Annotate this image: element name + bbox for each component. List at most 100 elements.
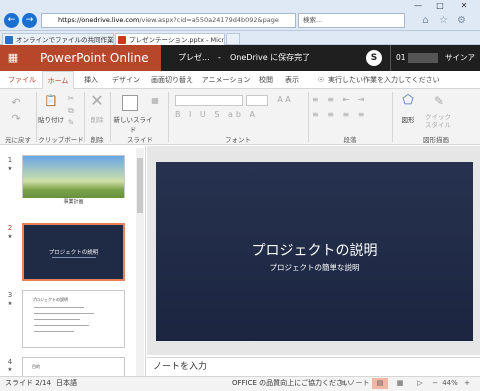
user-name[interactable]: 01 — [396, 45, 406, 71]
new-slide-button[interactable]: 新しいスライド — [112, 114, 154, 134]
thumbnail-title: プロジェクトの説明 — [32, 297, 68, 302]
cut-icon[interactable]: ✂ — [66, 94, 76, 103]
slideshow-icon[interactable]: ▷ — [412, 378, 428, 389]
user-name-redacted — [408, 53, 438, 63]
slide-subtitle[interactable]: プロジェクトの簡単な説明 — [156, 262, 473, 273]
new-slide-icon[interactable] — [122, 95, 138, 111]
shapes-icon[interactable]: ⬠ — [398, 94, 418, 108]
thumbnail-text-line — [34, 319, 80, 320]
settings-gear-icon[interactable]: ⚙ — [454, 13, 469, 28]
group-divider — [110, 92, 111, 142]
thumbnail-number: 2 — [7, 224, 13, 232]
tab-review[interactable]: 校閲 — [254, 71, 278, 89]
zoom-out-icon[interactable]: − — [430, 378, 440, 389]
thumbnail-text-line — [34, 313, 94, 314]
slide-sorter-icon[interactable]: ▦ — [392, 378, 408, 389]
close-window-button[interactable]: ✕ — [454, 0, 474, 11]
paste-button[interactable]: 貼り付け — [36, 114, 66, 124]
notes-toggle[interactable]: ノート — [348, 378, 370, 389]
tab-insert[interactable]: 挿入 — [76, 71, 106, 89]
tell-me-input[interactable]: 実行したい作業を入力してください — [328, 71, 468, 89]
powerpoint-tab-icon — [118, 36, 126, 44]
home-icon[interactable]: ⌂ — [418, 13, 433, 28]
group-label-slides: スライド — [127, 136, 153, 144]
slide-title[interactable]: プロジェクトの説明 — [156, 240, 473, 260]
alignment-icons[interactable]: ≡ ≡ ≡ ≡ — [312, 110, 392, 119]
font-size-adjust-icons[interactable]: A A — [272, 95, 296, 104]
maximize-button[interactable]: □ — [430, 0, 450, 11]
address-bar[interactable]: https://onedrive.live.com/view.aspx?cid=… — [41, 13, 296, 28]
browser-search-input[interactable]: 検索... — [298, 13, 405, 28]
forward-button[interactable]: → — [22, 13, 37, 28]
thumbnail-text-line — [34, 325, 89, 326]
normal-view-icon[interactable]: ▤ — [372, 378, 388, 389]
undo-icon[interactable]: ↶ — [8, 96, 24, 110]
language-indicator[interactable]: 日本語 — [56, 376, 77, 391]
browser-tab-onedrive[interactable]: オンラインでファイルの共同作業 - O... — [2, 33, 114, 45]
tab-home[interactable]: ホーム — [42, 71, 74, 89]
onedrive-tab-icon — [5, 36, 13, 44]
file-name[interactable]: プレゼ... — [178, 45, 210, 71]
browser-tab-powerpoint[interactable]: プレゼンテーション.pptx - Micro... — [115, 33, 225, 45]
list-indent-icons[interactable]: ≡ ≡ ⇤ ⇥ — [312, 95, 392, 104]
tab-label: プレゼンテーション.pptx - Micro... — [129, 36, 225, 44]
zoom-in-icon[interactable]: + — [462, 378, 472, 389]
url-path: /view.aspx?cid=a550a24179d4b092&page — [139, 16, 279, 24]
font-size-dropdown[interactable] — [246, 95, 268, 106]
thumbnail-title: プロジェクトの説明 — [48, 250, 99, 256]
url-domain: https://onedrive.live.com — [58, 16, 140, 24]
back-button[interactable]: ← — [4, 13, 19, 28]
notes-input[interactable]: ノートを入力 — [147, 357, 480, 376]
tab-design[interactable]: デザイン — [108, 71, 144, 89]
favorites-icon[interactable]: ☆ — [436, 13, 451, 28]
title-separator: - — [218, 53, 221, 62]
group-label-undo: 元に戻す — [5, 136, 31, 144]
thumbnail-number: 3 — [7, 291, 13, 299]
paste-icon[interactable]: 📋 — [42, 94, 60, 114]
transition-icon: ★ — [7, 367, 13, 373]
quick-styles-icon[interactable]: ✎ — [428, 94, 450, 108]
transition-icon: ★ — [7, 166, 13, 172]
format-painter-icon[interactable]: ✎ — [66, 118, 76, 127]
redo-icon[interactable]: ↷ — [8, 112, 24, 126]
tab-transitions[interactable]: 画面切り替え — [146, 71, 198, 89]
copy-icon[interactable]: ⧉ — [66, 106, 76, 116]
group-label-paragraph: 段落 — [343, 136, 357, 144]
layout-icon[interactable]: ▦ — [150, 96, 160, 105]
tab-file[interactable]: ファイル — [4, 71, 40, 89]
zoom-level[interactable]: 44% — [440, 378, 460, 389]
header-divider — [390, 45, 391, 71]
quick-styles-button[interactable]: クイック スタイル — [420, 113, 456, 129]
save-status: OneDrive に保存完了 — [230, 53, 311, 62]
thumbnail-text-line — [34, 307, 84, 308]
shapes-button[interactable]: 図形 — [396, 114, 420, 124]
delete-slide-button[interactable]: 削除 — [86, 114, 108, 124]
thumbnail-subtitle-line — [52, 257, 96, 258]
thumbnail-scrollbar-thumb[interactable] — [137, 158, 143, 213]
font-name-dropdown[interactable] — [175, 95, 243, 106]
group-label-font: フォント — [225, 136, 251, 144]
minimize-button[interactable]: — — [408, 0, 428, 11]
app-launcher-icon[interactable]: ▦ — [0, 45, 26, 71]
thumbnail-title: 目的 — [32, 364, 40, 369]
tab-animations[interactable]: アニメーション — [200, 71, 252, 89]
font-format-icons[interactable]: B I U S ab A — [175, 110, 295, 119]
tab-view[interactable]: 表示 — [280, 71, 304, 89]
thumbnail-number: 4 — [7, 358, 13, 366]
skype-icon[interactable]: S — [366, 50, 382, 66]
transition-icon: ★ — [7, 301, 13, 307]
group-label-drawing: 図形描画 — [423, 136, 449, 144]
group-label-delete: 削除 — [90, 136, 104, 144]
notes-icon: ≡ — [340, 379, 346, 387]
app-name[interactable]: PowerPoint Online — [26, 45, 161, 71]
transition-icon: ★ — [7, 234, 13, 240]
slide-counter: スライド 2/14 — [5, 379, 51, 387]
thumbnail-number: 1 — [7, 156, 13, 164]
thumbnail-text-line — [34, 331, 74, 332]
group-label-clipboard: クリップボード — [38, 136, 84, 144]
delete-icon[interactable]: ✕ — [88, 93, 106, 109]
feedback-link[interactable]: OFFICE の品質向上にご協力ください — [232, 376, 350, 391]
thumbnail-title: 事業計画 — [22, 198, 125, 213]
tab-label: オンラインでファイルの共同作業 - O... — [16, 36, 114, 44]
new-tab-button[interactable] — [226, 33, 240, 45]
